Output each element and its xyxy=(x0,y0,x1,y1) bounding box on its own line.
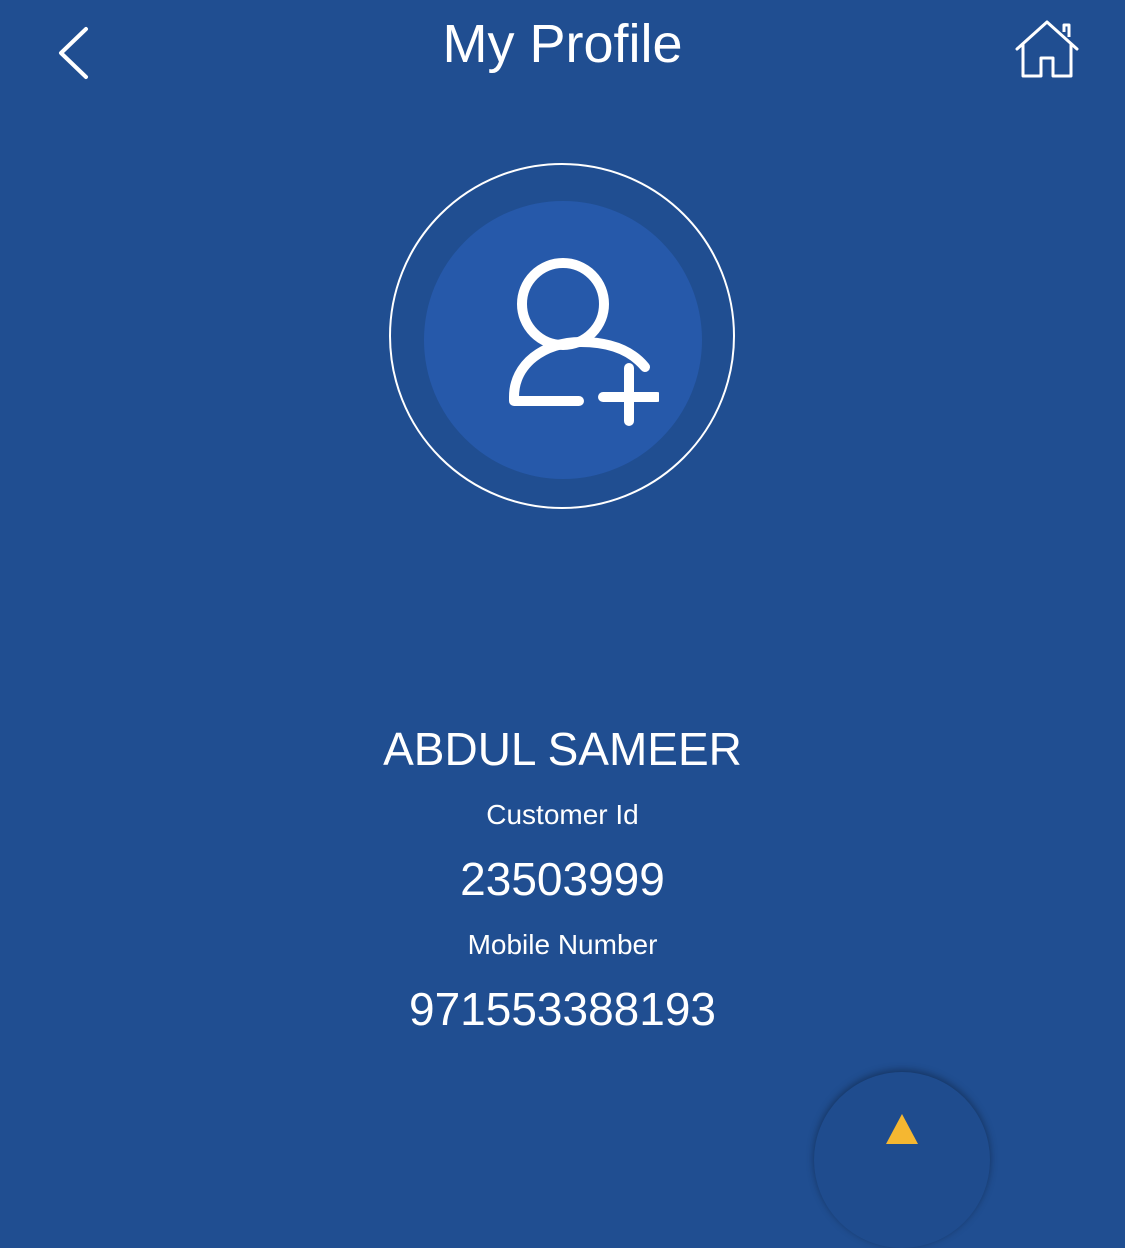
home-button[interactable] xyxy=(1012,18,1082,82)
customer-id-label: Customer Id xyxy=(486,799,639,830)
profile-photo-button[interactable] xyxy=(389,163,735,509)
add-user-icon xyxy=(509,258,659,426)
profile-name: ABDUL SAMEER xyxy=(383,723,742,775)
customer-id-value: 23503999 xyxy=(460,853,665,905)
arrow-up-icon xyxy=(886,1114,918,1144)
page-title: My Profile xyxy=(442,14,683,74)
avatar xyxy=(424,201,702,479)
home-icon xyxy=(1015,20,1079,78)
mobile-number-value: 971553388193 xyxy=(409,983,716,1035)
mobile-number-label: Mobile Number xyxy=(467,929,658,960)
header-bar: My Profile xyxy=(0,0,1125,100)
floating-action-button[interactable] xyxy=(814,1072,990,1248)
